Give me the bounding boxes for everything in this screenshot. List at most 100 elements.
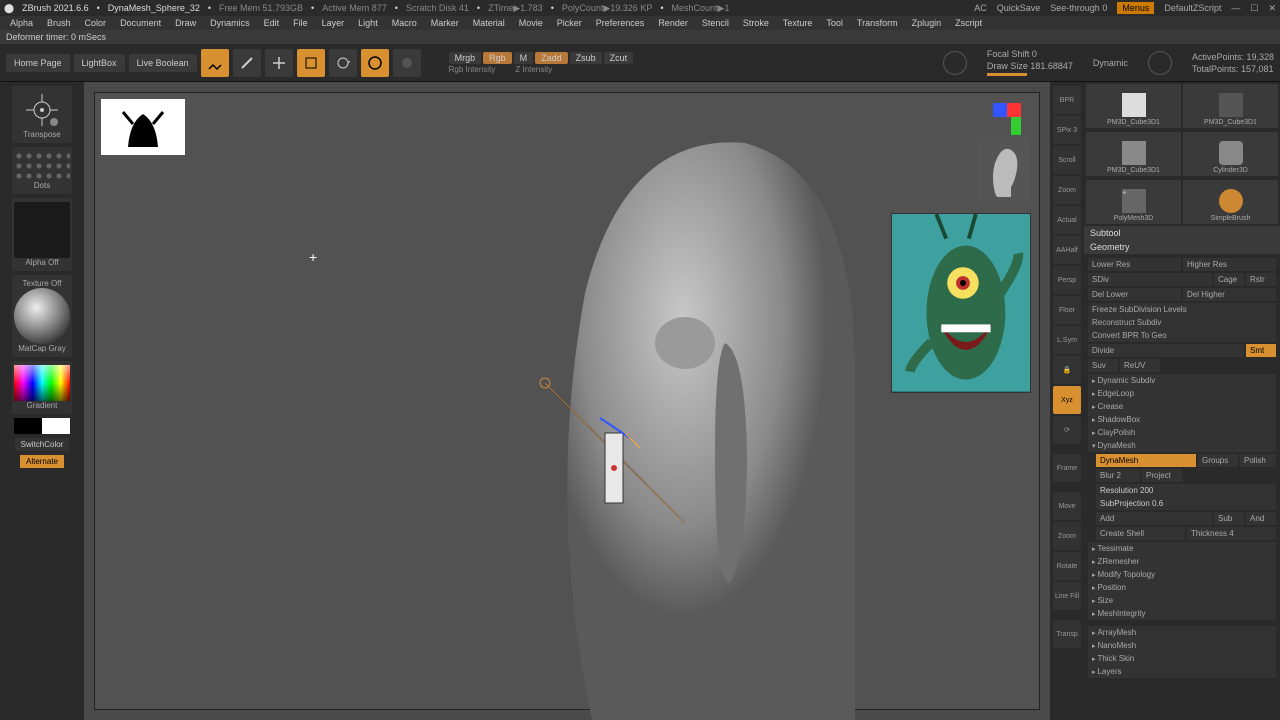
scroll-button[interactable]: Scroll	[1053, 146, 1081, 174]
stroke-tool[interactable]: Dots	[12, 147, 72, 194]
menu-stroke[interactable]: Stroke	[737, 18, 775, 28]
z-intensity-label[interactable]: Z Intensity	[515, 65, 552, 74]
dynamic-dial-icon[interactable]	[1148, 51, 1172, 75]
reuv-button[interactable]: ReUV	[1120, 359, 1160, 372]
menu-preferences[interactable]: Preferences	[590, 18, 651, 28]
menu-transform[interactable]: Transform	[851, 18, 904, 28]
viewport[interactable]: +	[84, 82, 1050, 720]
layers-header[interactable]: Layers	[1088, 665, 1276, 678]
color-swatches[interactable]	[14, 418, 70, 434]
size-header[interactable]: Size	[1088, 594, 1276, 607]
menu-file[interactable]: File	[287, 18, 314, 28]
scale-mode-button[interactable]	[297, 49, 325, 77]
zoom-button[interactable]: Zoom	[1053, 176, 1081, 204]
nav-gizmo-icon[interactable]	[991, 101, 1027, 137]
close-icon[interactable]: ✕	[1268, 3, 1276, 14]
transp-button[interactable]: Transp	[1053, 620, 1081, 648]
higherres-button[interactable]: Higher Res	[1183, 258, 1276, 271]
quicksave-button[interactable]: QuickSave	[997, 3, 1041, 13]
live-boolean-button[interactable]: Live Boolean	[129, 54, 197, 72]
menu-zplugin[interactable]: Zplugin	[906, 18, 948, 28]
groups-button[interactable]: Groups	[1198, 454, 1238, 467]
thickskin-header[interactable]: Thick Skin	[1088, 652, 1276, 665]
dynamesh-button[interactable]: DynaMesh	[1096, 454, 1196, 467]
freeze-button[interactable]: Freeze SubDivision Levels	[1088, 303, 1276, 316]
and-button[interactable]: And	[1246, 512, 1276, 525]
geometry-header[interactable]: Geometry	[1084, 240, 1280, 254]
zoom-view-button[interactable]: Zoom	[1053, 522, 1081, 550]
menu-light[interactable]: Light	[352, 18, 384, 28]
sub-button[interactable]: Sub	[1214, 512, 1244, 525]
menus-button[interactable]: Menus	[1117, 2, 1154, 14]
crease-header[interactable]: Crease	[1088, 400, 1276, 413]
edit-mode-button[interactable]	[201, 49, 229, 77]
modtopo-header[interactable]: Modify Topology	[1088, 568, 1276, 581]
menu-draw[interactable]: Draw	[169, 18, 202, 28]
menu-document[interactable]: Document	[114, 18, 167, 28]
focal-shift[interactable]: Focal Shift 0	[987, 49, 1073, 59]
menu-marker[interactable]: Marker	[425, 18, 465, 28]
alpha-tool[interactable]: Alpha Off	[12, 198, 72, 271]
lightbox-button[interactable]: LightBox	[74, 54, 125, 72]
tool-thumb-5[interactable]: ✦PolyMesh3D	[1086, 180, 1181, 224]
nanomesh-header[interactable]: NanoMesh	[1088, 639, 1276, 652]
tool-thumb-4[interactable]: Cylinder3D	[1183, 132, 1278, 176]
menu-zscript[interactable]: Zscript	[949, 18, 988, 28]
linefill-button[interactable]: Line Fill	[1053, 582, 1081, 610]
spix-button[interactable]: SPix 3	[1053, 116, 1081, 144]
createshell-button[interactable]: Create Shell	[1096, 527, 1185, 540]
dynsubdiv-header[interactable]: Dynamic Subdiv	[1088, 374, 1276, 387]
tool-thumb-6[interactable]: SimpleBrush	[1183, 180, 1278, 224]
minimize-icon[interactable]: —	[1231, 3, 1240, 13]
dynamesh-header[interactable]: DynaMesh	[1088, 439, 1276, 452]
menu-picker[interactable]: Picker	[551, 18, 588, 28]
color-picker[interactable]	[14, 365, 70, 401]
sculptris-button[interactable]	[393, 49, 421, 77]
divide-button[interactable]: Divide	[1088, 344, 1244, 357]
persp-button[interactable]: Persp	[1053, 266, 1081, 294]
lock-icon[interactable]: 🔒	[1053, 356, 1081, 384]
resolution-slider[interactable]: Resolution 200	[1096, 484, 1276, 497]
bpr-button[interactable]: BPR	[1053, 86, 1081, 114]
dellower-button[interactable]: Del Lower	[1088, 288, 1181, 301]
shadowbox-header[interactable]: ShadowBox	[1088, 413, 1276, 426]
claypolish-header[interactable]: ClayPolish	[1088, 426, 1276, 439]
menu-stencil[interactable]: Stencil	[696, 18, 735, 28]
floor-button[interactable]: Floor	[1053, 296, 1081, 324]
draw-size-slider[interactable]	[987, 73, 1027, 76]
frame-button[interactable]: Frame	[1053, 454, 1081, 482]
menu-movie[interactable]: Movie	[513, 18, 549, 28]
menu-alpha[interactable]: Alpha	[4, 18, 39, 28]
arraymesh-header[interactable]: ArrayMesh	[1088, 626, 1276, 639]
zremesher-header[interactable]: ZRemesher	[1088, 555, 1276, 568]
delhigher-button[interactable]: Del Higher	[1183, 288, 1276, 301]
dynamic-toggle[interactable]: Dynamic	[1093, 58, 1128, 68]
menu-render[interactable]: Render	[652, 18, 694, 28]
tool-thumb-3[interactable]: PM3D_Cube3D1	[1086, 132, 1181, 176]
menu-macro[interactable]: Macro	[386, 18, 423, 28]
zsub-button[interactable]: Zsub	[570, 52, 602, 64]
alternate-button[interactable]: Alternate	[20, 455, 64, 468]
m-button[interactable]: M	[514, 52, 534, 64]
menu-brush[interactable]: Brush	[41, 18, 77, 28]
menu-layer[interactable]: Layer	[316, 18, 351, 28]
add-button[interactable]: Add	[1096, 512, 1212, 525]
menu-material[interactable]: Material	[467, 18, 511, 28]
xyz-button[interactable]: Xyz	[1053, 386, 1081, 414]
lowerres-button[interactable]: Lower Res	[1088, 258, 1181, 271]
cage-button[interactable]: Cage	[1214, 273, 1244, 286]
project-button[interactable]: Project	[1142, 469, 1182, 482]
tool-thumb-1[interactable]: PM3D_Cube3D1	[1086, 84, 1181, 128]
tool-thumb-2[interactable]: PM3D_Cube3D1	[1183, 84, 1278, 128]
home-page-button[interactable]: Home Page	[6, 54, 70, 72]
convert-button[interactable]: Convert BPR To Geo	[1088, 329, 1276, 342]
maximize-icon[interactable]: ☐	[1250, 3, 1258, 14]
blur-slider[interactable]: Blur 2	[1096, 469, 1140, 482]
zadd-button[interactable]: Zadd	[535, 52, 568, 64]
color-tool[interactable]: Gradient	[12, 361, 72, 414]
menu-edit[interactable]: Edit	[258, 18, 286, 28]
zcut-button[interactable]: Zcut	[604, 52, 634, 64]
switchcolor-button[interactable]: SwitchColor	[15, 438, 70, 451]
menu-color[interactable]: Color	[79, 18, 113, 28]
actual-button[interactable]: Actual	[1053, 206, 1081, 234]
